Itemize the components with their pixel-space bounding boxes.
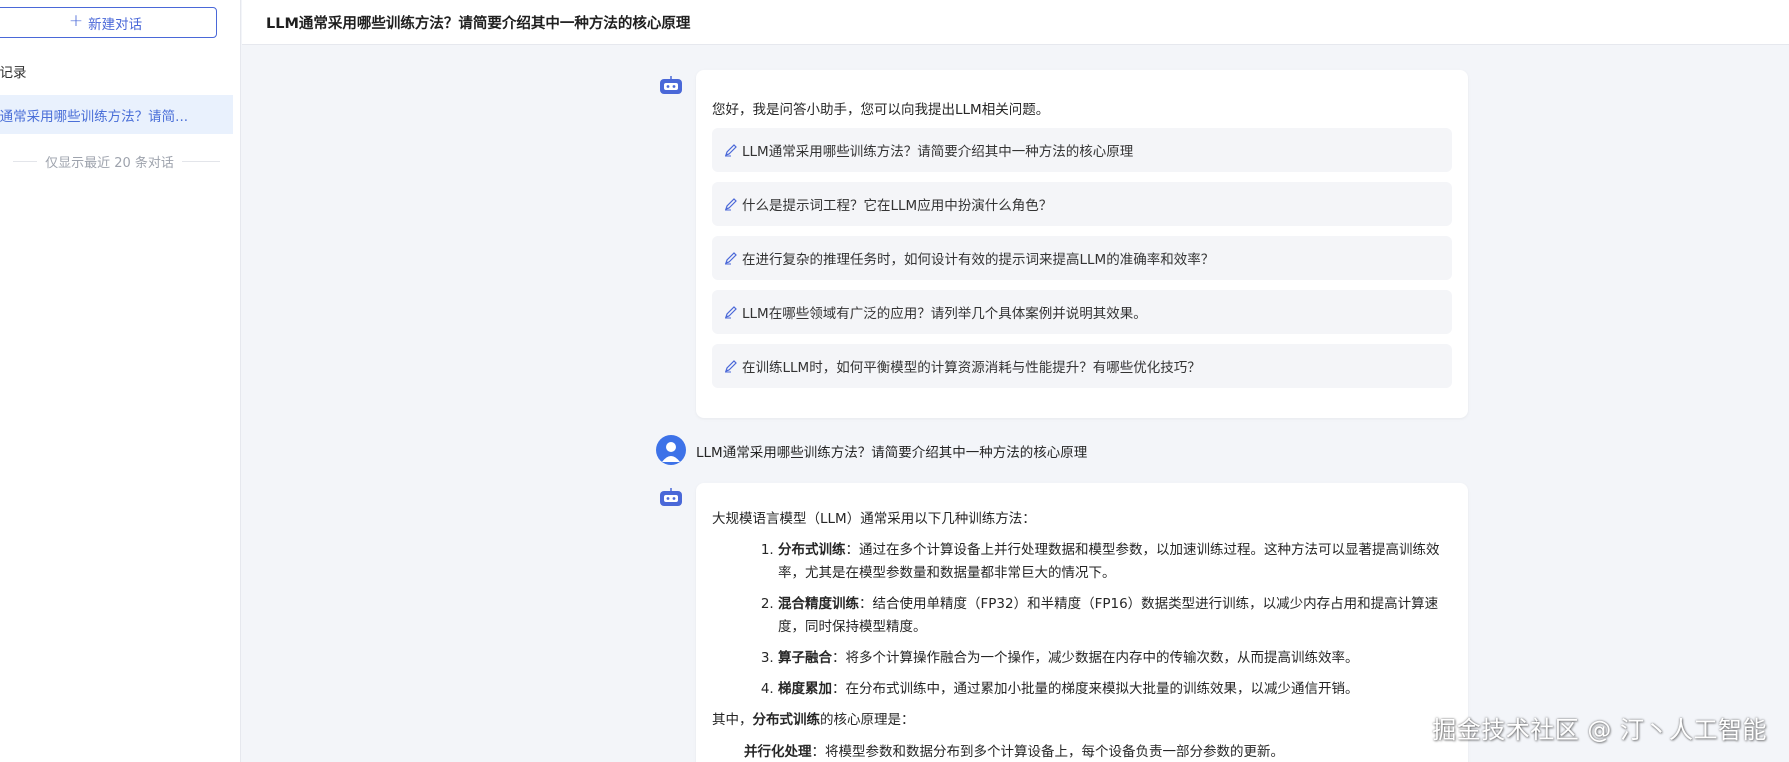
pen-icon — [725, 252, 737, 265]
history-note-text: 仅显示最近 20 条对话 — [45, 156, 174, 171]
bot-avatar-icon — [660, 488, 682, 506]
suggestion-item[interactable]: 什么是提示词工程？它在LLM应用中扮演什么角色？ — [712, 182, 1452, 226]
suggestion-item[interactable]: 在训练LLM时，如何平衡模型的计算资源消耗与性能提升？有哪些优化技巧？ — [712, 344, 1452, 388]
item-title: 梯度累加 — [778, 680, 832, 697]
user-message: LLM通常采用哪些训练方法？请简要介绍其中一种方法的核心原理 — [696, 445, 1088, 461]
item-title: 分布式训练 — [778, 541, 846, 558]
divider — [13, 161, 38, 162]
item-title: 算子融合 — [778, 649, 832, 666]
pen-icon — [725, 306, 737, 319]
sub-title: 并行化处理 — [744, 743, 812, 760]
history-item-label: M通常采用哪些训练方法？请简... — [0, 108, 189, 125]
para-bold: 分布式训练 — [752, 711, 821, 728]
pen-icon — [725, 144, 737, 157]
history-note: 仅显示最近 20 条对话 — [0, 152, 233, 171]
suggestion-item[interactable]: LLM在哪些领域有广泛的应用？请列举几个具体案例并说明其效果。 — [712, 290, 1452, 334]
answer-intro: 大规模语言模型（LLM）通常采用以下几种训练方法： — [712, 511, 1036, 527]
chat-header: LLM通常采用哪些训练方法？请简要介绍其中一种方法的核心原理 — [242, 0, 1789, 45]
suggestion-text: LLM通常采用哪些训练方法？请简要介绍其中一种方法的核心原理 — [742, 144, 1134, 160]
answer-subpoint: 并行化处理：将模型参数和数据分布到多个计算设备上，每个设备负责一部分参数的更新。 — [712, 741, 1452, 762]
answer-list-item: 分布式训练：通过在多个计算设备上并行处理数据和模型参数，以加速训练过程。这种方法… — [778, 539, 1452, 585]
answer-list-item: 梯度累加：在分布式训练中，通过累加小批量的梯度来模拟大批量的训练效果，以减少通信… — [778, 678, 1452, 701]
history-title: 史记录 — [0, 65, 27, 81]
sidebar: + 新建对话 史记录 M通常采用哪些训练方法？请简... 仅显示最近 20 条对… — [0, 0, 241, 762]
user-avatar — [656, 435, 686, 465]
history-item[interactable]: M通常采用哪些训练方法？请简... — [0, 95, 233, 134]
suggestion-text: 在训练LLM时，如何平衡模型的计算资源消耗与性能提升？有哪些优化技巧？ — [742, 360, 1201, 376]
bot-message-card: 您好，我是问答小助手，您可以向我提出LLM相关问题。 LLM通常采用哪些训练方法… — [696, 70, 1468, 418]
bot-avatar-icon — [660, 76, 682, 94]
answer-list-item: 混合精度训练：结合使用单精度（FP32）和半精度（FP16）数据类型进行训练，以… — [778, 593, 1452, 639]
pen-icon — [725, 360, 737, 373]
watermark: 掘金技术社区 @ 汀丶人工智能 — [1432, 716, 1767, 744]
page-title: LLM通常采用哪些训练方法？请简要介绍其中一种方法的核心原理 — [266, 15, 691, 32]
suggestion-text: 什么是提示词工程？它在LLM应用中扮演什么角色？ — [742, 198, 1053, 214]
item-text: ：在分布式训练中，通过累加小批量的梯度来模拟大批量的训练效果，以减少通信开销。 — [832, 680, 1359, 697]
greeting-text: 您好，我是问答小助手，您可以向我提出LLM相关问题。 — [712, 102, 1050, 118]
item-title: 混合精度训练 — [778, 595, 859, 612]
item-text: ：将多个计算操作融合为一个操作，减少数据在内存中的传输次数，从而提高训练效率。 — [832, 649, 1359, 666]
suggestion-text: 在进行复杂的推理任务时，如何设计有效的提示词来提高LLM的准确率和效率？ — [742, 252, 1215, 268]
pen-icon — [725, 198, 737, 211]
item-text: ：通过在多个计算设备上并行处理数据和模型参数，以加速训练过程。这种方法可以显著提… — [778, 541, 1440, 581]
item-text: ：结合使用单精度（FP32）和半精度（FP16）数据类型进行训练，以减少内存占用… — [778, 595, 1439, 635]
new-chat-label: 新建对话 — [88, 16, 143, 33]
answer-paragraph: 其中，分布式训练的核心原理是： — [712, 709, 1452, 732]
suggestion-text: LLM在哪些领域有广泛的应用？请列举几个具体案例并说明其效果。 — [742, 306, 1147, 322]
para-text: 的核心原理是： — [820, 711, 915, 728]
bot-answer-card: 大规模语言模型（LLM）通常采用以下几种训练方法： 分布式训练：通过在多个计算设… — [696, 483, 1468, 762]
new-chat-button[interactable]: + 新建对话 — [0, 7, 217, 38]
plus-icon: + — [68, 11, 84, 31]
answer-list: 分布式训练：通过在多个计算设备上并行处理数据和模型参数，以加速训练过程。这种方法… — [712, 539, 1452, 701]
answer-list-item: 算子融合：将多个计算操作融合为一个操作，减少数据在内存中的传输次数，从而提高训练… — [778, 647, 1452, 670]
suggestion-item[interactable]: 在进行复杂的推理任务时，如何设计有效的提示词来提高LLM的准确率和效率？ — [712, 236, 1452, 280]
para-text: 其中， — [712, 711, 753, 728]
divider — [181, 161, 220, 162]
suggestion-item[interactable]: LLM通常采用哪些训练方法？请简要介绍其中一种方法的核心原理 — [712, 128, 1452, 172]
user-icon — [662, 442, 680, 462]
sub-text: ：将模型参数和数据分布到多个计算设备上，每个设备负责一部分参数的更新。 — [811, 743, 1285, 760]
